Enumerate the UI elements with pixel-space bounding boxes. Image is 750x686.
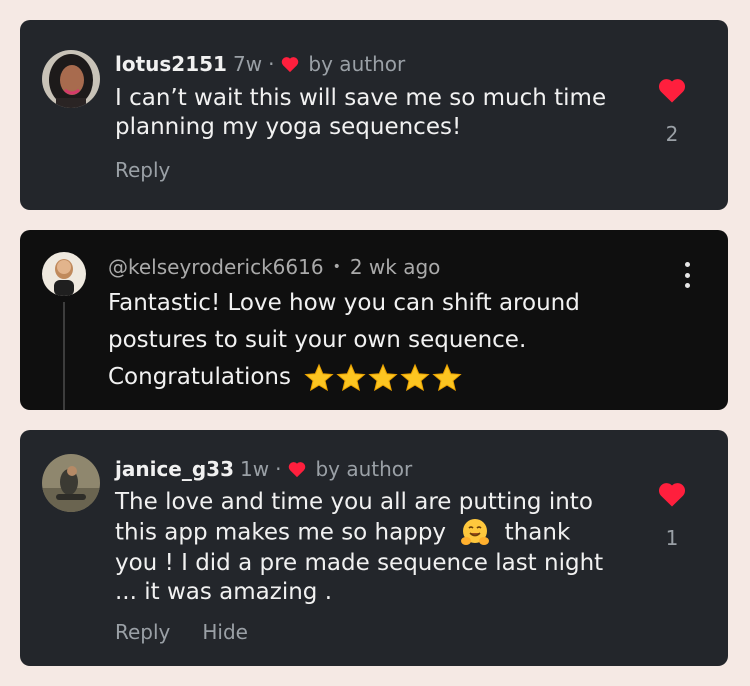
more-options-icon[interactable]	[682, 262, 692, 288]
separator: •	[332, 259, 341, 275]
heart-icon	[289, 462, 306, 478]
like-control[interactable]: 2	[652, 76, 692, 146]
separator: ·	[268, 52, 275, 76]
star-icon	[400, 363, 430, 391]
username[interactable]: lotus2151	[115, 52, 227, 76]
hide-button[interactable]: Hide	[202, 620, 248, 644]
comment-actions: Reply Hide	[115, 620, 280, 644]
heart-icon	[282, 57, 299, 73]
timestamp: 1w	[240, 457, 270, 481]
thread-line	[63, 302, 65, 410]
timestamp: 2 wk ago	[349, 255, 441, 279]
like-count: 2	[665, 122, 679, 146]
star-icon	[336, 363, 366, 391]
by-author-label: by author	[308, 52, 406, 76]
comment-text: The love and time you all are putting in…	[115, 488, 615, 607]
timestamp: 7w	[232, 52, 263, 76]
reply-button[interactable]: Reply	[115, 158, 170, 182]
comment-card: lotus2151 7w · by author I can’t wait th…	[20, 20, 728, 210]
like-count: 1	[665, 526, 679, 550]
comment-meta: @kelseyroderick6616 • 2 wk ago	[108, 255, 440, 279]
reply-button[interactable]: Reply	[115, 620, 170, 644]
username[interactable]: janice_g33	[115, 457, 234, 481]
comment-card: @kelseyroderick6616 • 2 wk ago Fantastic…	[20, 230, 728, 410]
heart-icon[interactable]	[657, 76, 687, 104]
comment-meta: janice_g33 1w · by author	[115, 457, 412, 481]
star-icon	[304, 363, 334, 391]
comment-card: janice_g33 1w · by author The love and t…	[20, 430, 728, 666]
avatar[interactable]	[42, 454, 100, 512]
by-author-label: by author	[315, 457, 413, 481]
like-control[interactable]: 1	[652, 480, 692, 550]
username[interactable]: @kelseyroderick6616	[108, 255, 324, 279]
comment-meta: lotus2151 7w · by author	[115, 52, 405, 76]
star-icon	[432, 363, 462, 391]
star-emoji-group	[304, 359, 464, 396]
star-icon	[368, 363, 398, 391]
comment-actions: Reply	[115, 158, 202, 182]
avatar[interactable]	[42, 50, 100, 108]
hugging-face-icon	[461, 519, 490, 545]
avatar[interactable]	[42, 252, 86, 296]
comment-text: Fantastic! Love how you can shift around…	[108, 285, 668, 396]
separator: ·	[275, 457, 282, 481]
comment-text: I can’t wait this will save me so much t…	[115, 85, 607, 140]
heart-icon[interactable]	[657, 480, 687, 508]
